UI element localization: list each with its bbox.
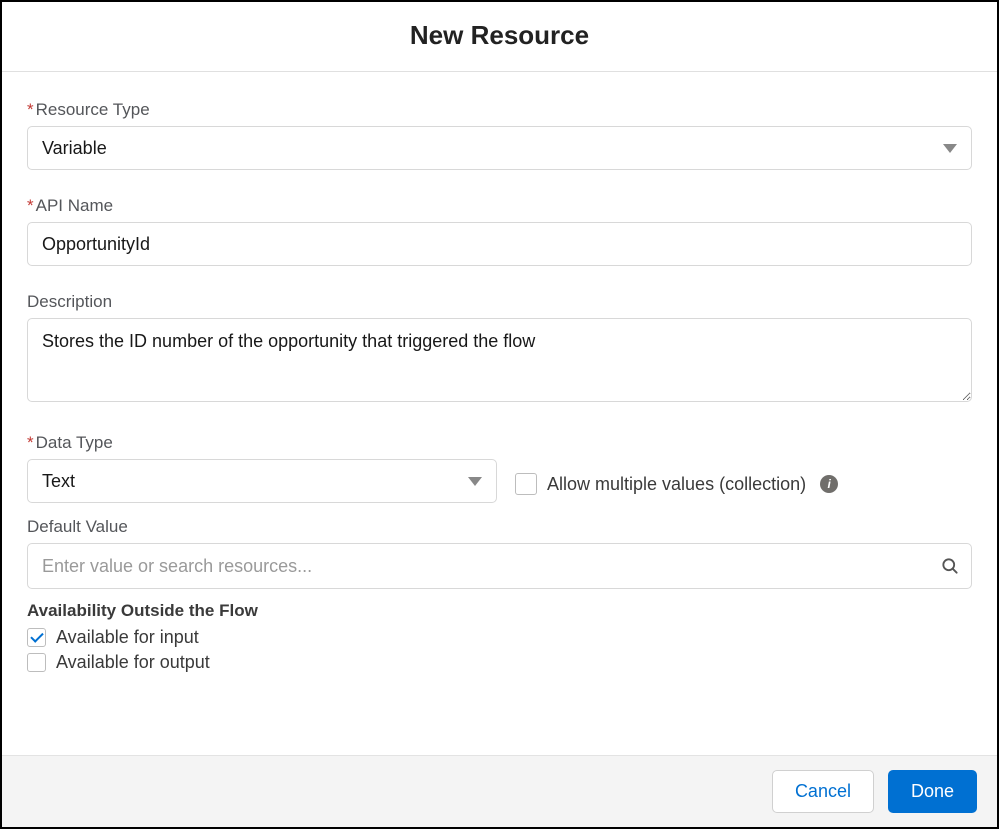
allow-multiple-checkbox[interactable] [515,473,537,495]
api-name-label: *API Name [27,196,972,216]
available-for-input-row: Available for input [27,627,972,648]
resource-type-value: Variable [42,126,107,170]
default-value-input[interactable] [27,543,972,589]
dialog-footer: Cancel Done [2,755,997,827]
chevron-down-icon [943,144,957,153]
required-star-icon: * [27,100,34,119]
available-for-output-row: Available for output [27,652,972,673]
data-type-field: *Data Type Text [27,433,497,503]
required-star-icon: * [27,196,34,215]
resource-type-field: *Resource Type Variable [27,100,972,170]
resource-type-label-text: Resource Type [36,100,150,119]
api-name-label-text: API Name [36,196,113,215]
available-for-input-label[interactable]: Available for input [56,627,199,648]
dialog-title: New Resource [2,20,997,51]
info-icon[interactable]: i [820,475,838,493]
data-type-value: Text [42,459,75,503]
dialog-header: New Resource [2,2,997,72]
data-type-label: *Data Type [27,433,497,453]
available-for-output-label[interactable]: Available for output [56,652,210,673]
data-type-select[interactable]: Text [27,459,497,503]
data-type-label-text: Data Type [36,433,113,452]
default-value-label: Default Value [27,517,972,537]
available-for-output-checkbox[interactable] [27,653,46,672]
description-textarea[interactable]: Stores the ID number of the opportunity … [27,318,972,402]
availability-section-title: Availability Outside the Flow [27,601,972,621]
available-for-input-checkbox[interactable] [27,628,46,647]
done-button[interactable]: Done [888,770,977,813]
default-value-field: Default Value [27,517,972,589]
dialog-body: *Resource Type Variable *API Name Descri… [2,72,997,755]
chevron-down-icon [468,477,482,486]
api-name-input[interactable] [27,222,972,266]
allow-multiple-label[interactable]: Allow multiple values (collection) [547,474,806,495]
cancel-button[interactable]: Cancel [772,770,874,813]
data-type-row: *Data Type Text Allow multiple values (c… [27,433,972,503]
description-label: Description [27,292,972,312]
required-star-icon: * [27,433,34,452]
new-resource-dialog: New Resource *Resource Type Variable *AP… [0,0,999,829]
api-name-field: *API Name [27,196,972,266]
description-field: Description Stores the ID number of the … [27,292,972,407]
resource-type-select[interactable]: Variable [27,126,972,170]
resource-type-label: *Resource Type [27,100,972,120]
allow-multiple-field: Allow multiple values (collection) i [515,473,838,503]
